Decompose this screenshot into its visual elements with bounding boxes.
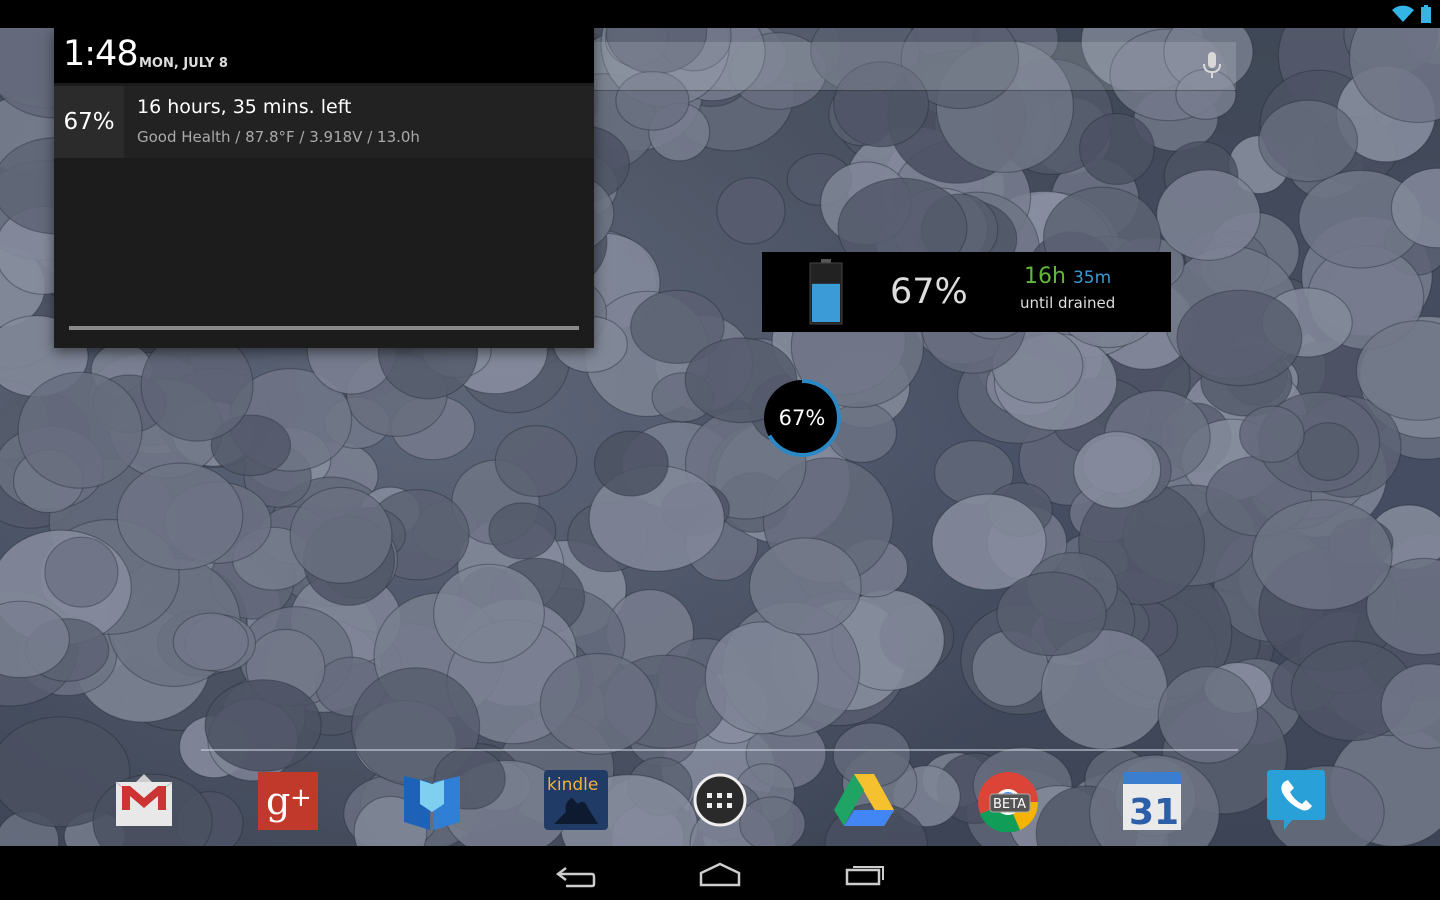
battery-widget-percent: 67% <box>890 272 968 312</box>
battery-widget-subtitle: until drained <box>1020 294 1116 312</box>
chrome-beta-icon[interactable]: BETA <box>976 768 1040 833</box>
dock-divider <box>201 749 1238 751</box>
play-books-icon[interactable] <box>400 768 464 832</box>
circle-battery-widget[interactable]: 67% <box>762 378 842 458</box>
notification-panel[interactable]: 1:48 MON, JULY 8 67% 16 hours, 35 mins. … <box>54 28 594 348</box>
battery-widget-minutes: 35m <box>1072 268 1112 288</box>
svg-text:kindle: kindle <box>547 775 598 795</box>
battery-level-icon <box>809 259 843 325</box>
back-icon[interactable] <box>546 858 606 888</box>
gmail-icon[interactable] <box>112 768 176 832</box>
battery-widget[interactable]: 67% 16h 35m until drained <box>762 252 1171 332</box>
notification-panel-handle[interactable] <box>69 326 579 330</box>
svg-text:+: + <box>290 783 312 813</box>
circle-battery-percent: 67% <box>778 406 826 430</box>
battery-notification[interactable]: 67% 16 hours, 35 mins. left Good Health … <box>54 86 594 158</box>
mic-icon[interactable] <box>1202 52 1222 80</box>
svg-text:BETA: BETA <box>993 797 1026 812</box>
phone-icon[interactable] <box>1264 768 1328 832</box>
calendar-icon[interactable]: 31 <box>1120 768 1184 833</box>
app-drawer-icon[interactable] <box>688 768 752 832</box>
notification-percent-badge: 67% <box>54 86 124 158</box>
battery-icon <box>1421 5 1431 23</box>
svg-text:g: g <box>266 779 290 823</box>
battery-widget-hours: 16h <box>1024 264 1066 289</box>
recents-icon[interactable] <box>835 858 895 888</box>
svg-text:31: 31 <box>1129 792 1179 832</box>
wifi-icon <box>1392 5 1414 22</box>
kindle-icon[interactable]: kindle <box>544 768 608 832</box>
clock-time: 1:48 <box>63 34 139 74</box>
notification-detail: Good Health / 87.8°F / 3.918V / 13.0h <box>137 128 420 146</box>
google-drive-icon[interactable] <box>832 768 896 832</box>
notification-header: 1:48 MON, JULY 8 <box>54 28 594 83</box>
navigation-bar <box>0 846 1440 900</box>
google-search-bar[interactable] <box>594 42 1236 90</box>
clock-date: MON, JULY 8 <box>139 56 228 71</box>
battery-widget-time-left: 16h 35m <box>1024 264 1111 289</box>
notification-title: 16 hours, 35 mins. left <box>137 96 352 118</box>
home-icon[interactable] <box>690 858 750 888</box>
google-plus-icon[interactable]: g + <box>256 768 320 832</box>
status-bar[interactable] <box>0 0 1440 28</box>
